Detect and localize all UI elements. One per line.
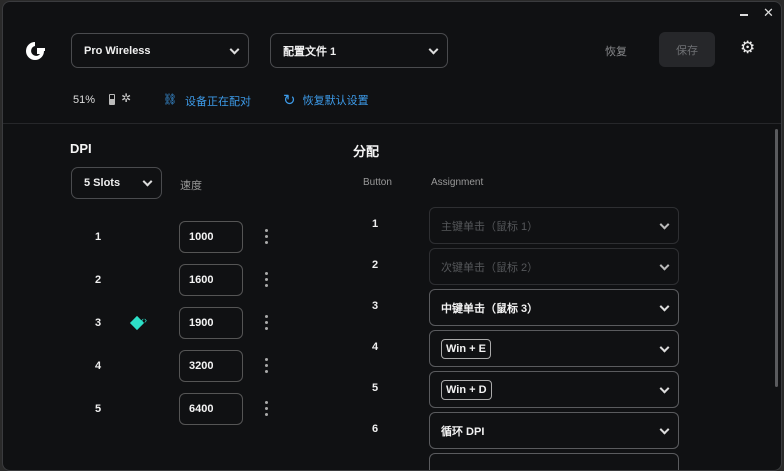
header-divider xyxy=(3,123,781,124)
chevron-down-icon xyxy=(142,176,153,187)
restore-defaults-link[interactable]: ↻ 恢复默认设置 xyxy=(283,91,369,109)
profile-select[interactable]: 配置文件 1 xyxy=(270,33,448,68)
more-options-icon[interactable] xyxy=(265,272,269,290)
dpi-value-input[interactable]: 6400 xyxy=(179,393,243,425)
chevron-down-icon xyxy=(659,424,670,435)
dpi-slot-number: 4 xyxy=(95,360,102,372)
pairing-label: 设备正在配对 xyxy=(184,96,251,108)
chevron-down-icon xyxy=(229,44,240,55)
dpi-title: DPI xyxy=(70,141,92,156)
keystroke-badge: Win + D xyxy=(441,379,492,400)
button-number: 4 xyxy=(372,341,379,353)
default-dpi-indicator-arrows: ‹› xyxy=(141,315,147,325)
chevron-down-icon xyxy=(659,219,670,230)
device-select[interactable]: Pro Wireless xyxy=(71,33,249,68)
button-number: 1 xyxy=(372,218,379,230)
chevron-down-icon xyxy=(659,260,670,271)
pairing-link[interactable]: ⛓ 设备正在配对 xyxy=(163,93,251,109)
gear-icon[interactable]: ⚙ xyxy=(740,38,755,58)
profile-select-value: 配置文件 1 xyxy=(283,45,337,58)
more-options-icon[interactable] xyxy=(265,401,269,419)
chevron-down-icon xyxy=(428,44,439,55)
more-options-icon[interactable] xyxy=(265,315,269,333)
dpi-slots-value: 5 Slots xyxy=(84,177,121,189)
refresh-icon: ↻ xyxy=(283,92,296,109)
dpi-slot-number: 2 xyxy=(95,274,102,286)
save-button[interactable]: 保存 xyxy=(659,32,715,67)
chevron-down-icon xyxy=(659,342,670,353)
assignment-select[interactable]: Win + E xyxy=(429,330,679,367)
chevron-down-icon xyxy=(659,301,670,312)
link-icon: ⛓ xyxy=(163,94,177,106)
minimize-button[interactable] xyxy=(740,14,748,16)
keystroke-badge: Win + E xyxy=(441,338,491,359)
column-header-assignment: Assignment xyxy=(431,177,484,188)
assignment-value: 中键单击（鼠标 3） xyxy=(441,302,539,315)
save-label: 保存 xyxy=(676,44,698,57)
device-select-value: Pro Wireless xyxy=(84,44,151,57)
assignment-select-partial[interactable] xyxy=(429,453,679,470)
assignment-value: 次键单击（鼠标 2） xyxy=(441,261,539,274)
logitech-g-logo xyxy=(26,42,45,60)
dpi-slot-number: 1 xyxy=(95,231,102,243)
assignment-select[interactable]: 次键单击（鼠标 2） xyxy=(429,248,679,285)
button-number: 5 xyxy=(372,382,379,394)
assignment-select[interactable]: Win + D xyxy=(429,371,679,408)
assignment-select[interactable]: 中键单击（鼠标 3） xyxy=(429,289,679,326)
revert-button[interactable]: 恢复 xyxy=(605,43,627,59)
restore-defaults-label: 恢复默认设置 xyxy=(302,95,369,107)
more-options-icon[interactable] xyxy=(265,358,269,376)
assignment-title: 分配 xyxy=(353,144,380,159)
battery-percent: 51% xyxy=(73,94,96,106)
dpi-value-input[interactable]: 1600 xyxy=(179,264,243,296)
app-window: ✕ Pro Wireless 配置文件 1 恢复 保存 ⚙ 51% ✲ ⛓ 设备正… xyxy=(2,1,782,471)
more-options-icon[interactable] xyxy=(265,229,269,247)
button-number: 6 xyxy=(372,423,379,435)
assignment-value: 主键单击（鼠标 1） xyxy=(441,220,539,233)
button-number: 2 xyxy=(372,259,379,271)
assignment-select[interactable]: 主键单击（鼠标 1） xyxy=(429,207,679,244)
scrollbar-thumb[interactable] xyxy=(775,129,778,387)
dpi-slot-number: 5 xyxy=(95,403,102,415)
wireless-icon: ✲ xyxy=(121,91,132,105)
dpi-value-input[interactable]: 1900 xyxy=(179,307,243,339)
close-button[interactable]: ✕ xyxy=(763,5,774,21)
dpi-slot-number: 3 xyxy=(95,317,102,329)
column-header-button: Button xyxy=(363,177,392,188)
assignment-select[interactable]: 循环 DPI xyxy=(429,412,679,449)
dpi-value-input[interactable]: 1000 xyxy=(179,221,243,253)
dpi-slots-select[interactable]: 5 Slots xyxy=(71,167,162,199)
assignment-value: 循环 DPI xyxy=(441,425,485,438)
chevron-down-icon xyxy=(659,383,670,394)
speed-label: 速度 xyxy=(180,180,202,192)
battery-icon xyxy=(109,94,115,105)
button-number: 3 xyxy=(372,300,379,312)
dpi-value-input[interactable]: 3200 xyxy=(179,350,243,382)
